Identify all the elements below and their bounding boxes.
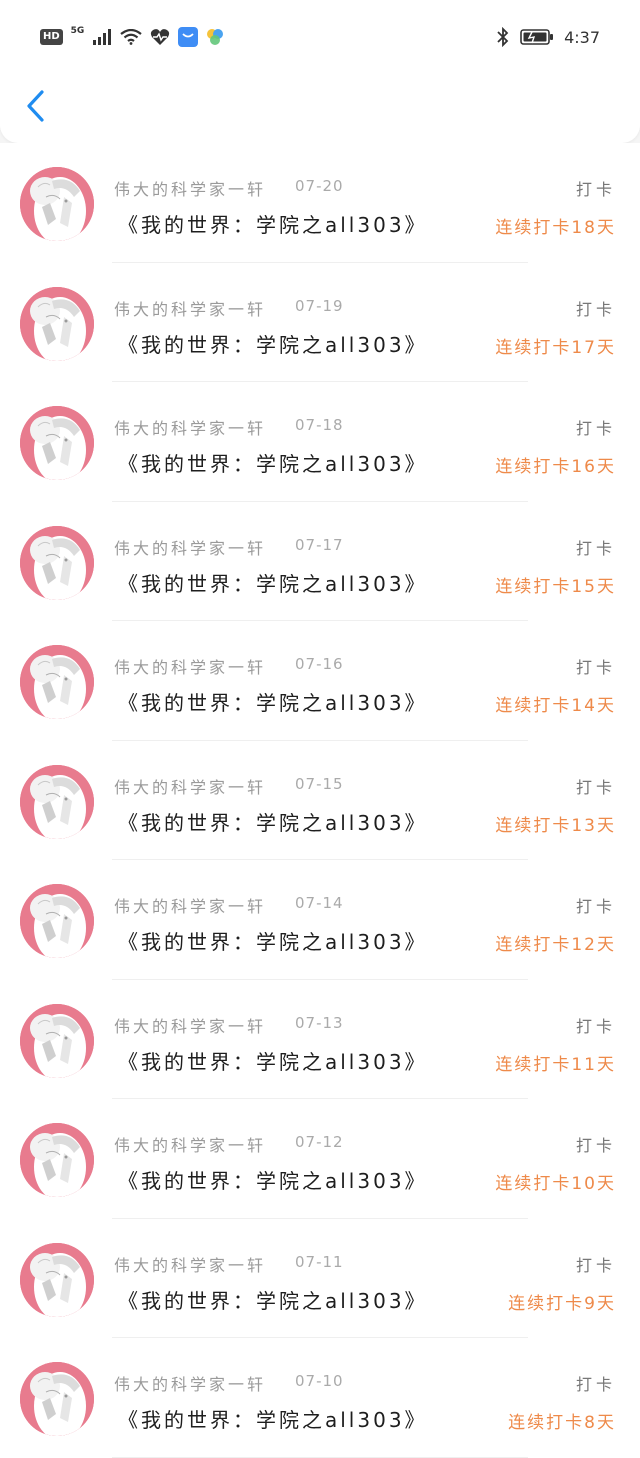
checkin-item[interactable]: 伟大的科学家一轩 07-11 《我的世界：学院之all303》 打卡 连续打卡9… [0, 1218, 640, 1338]
book-title: 《我的世界：学院之all303》 [118, 691, 428, 715]
hd-badge: HD [40, 29, 63, 45]
avatar[interactable] [20, 1003, 94, 1078]
checkin-item[interactable]: 伟大的科学家一轩 07-18 《我的世界：学院之all303》 打卡 连续打卡1… [0, 382, 640, 502]
book-title: 《我的世界：学院之all303》 [118, 810, 428, 835]
checkin-date: 07-19 [295, 296, 344, 315]
avatar[interactable] [20, 167, 94, 241]
book-title: 《我的世界：学院之all303》 [118, 1408, 428, 1432]
checkin-date: 07-17 [295, 535, 344, 554]
shopping-app-icon [178, 27, 199, 47]
avatar[interactable] [20, 884, 94, 958]
checkin-date: 07-20 [295, 177, 344, 195]
avatar[interactable] [20, 286, 94, 361]
checkin-item[interactable]: 伟大的科学家一轩 07-13 《我的世界：学院之all303》 打卡 连续打卡1… [0, 979, 640, 1099]
checkin-date: 07-15 [295, 774, 344, 793]
checkin-date: 07-12 [295, 1133, 344, 1151]
status-left-icons: HD 5G [40, 26, 224, 47]
checkin-item[interactable]: 伟大的科学家一轩 07-17 《我的世界：学院之all303》 打卡 连续打卡1… [0, 501, 640, 621]
checkin-action-label: 打卡 [575, 658, 616, 677]
pinwheel-app-icon [207, 29, 224, 45]
avatar[interactable] [20, 525, 94, 600]
checkin-item[interactable]: 伟大的科学家一轩 07-12 《我的世界：学院之all303》 打卡 连续打卡1… [0, 1099, 640, 1219]
clock: 4:37 [564, 27, 600, 47]
book-title: 《我的世界：学院之all303》 [118, 930, 428, 954]
author-name: 伟大的科学家一轩 [114, 1375, 267, 1394]
battery-icon [520, 29, 554, 45]
status-bar: HD 5G 4:37 [0, 0, 640, 80]
book-title: 《我的世界：学院之all303》 [118, 332, 428, 357]
streak-label: 连续打卡9天 [508, 1293, 616, 1314]
signal-icon [93, 29, 112, 45]
streak-label: 连续打卡8天 [508, 1413, 616, 1433]
book-title: 《我的世界：学院之all303》 [118, 1288, 428, 1313]
streak-label: 连续打卡16天 [495, 457, 616, 477]
checkin-date: 07-18 [295, 416, 344, 434]
checkin-action-label: 打卡 [575, 1016, 616, 1036]
streak-label: 连续打卡10天 [495, 1174, 616, 1194]
streak-label: 连续打卡15天 [495, 576, 616, 597]
author-name: 伟大的科学家一轩 [114, 180, 267, 199]
header-card: HD 5G 4:37 [0, 0, 640, 143]
checkin-action-label: 打卡 [575, 1255, 616, 1275]
wifi-icon [120, 29, 143, 45]
author-name: 伟大的科学家一轩 [114, 299, 267, 319]
book-title: 《我的世界：学院之all303》 [118, 213, 428, 237]
checkin-date: 07-13 [295, 1013, 344, 1032]
checkin-action-label: 打卡 [575, 299, 616, 319]
author-name: 伟大的科学家一轩 [114, 1136, 267, 1155]
back-button[interactable] [22, 88, 52, 124]
streak-label: 连续打卡13天 [495, 815, 616, 836]
checkin-action-label: 打卡 [575, 777, 616, 797]
checkin-action-label: 打卡 [575, 538, 616, 558]
checkin-date: 07-16 [295, 655, 344, 673]
book-title: 《我的世界：学院之all303》 [118, 1049, 428, 1074]
author-name: 伟大的科学家一轩 [114, 1016, 267, 1036]
checkin-date: 07-14 [295, 894, 344, 912]
streak-label: 连续打卡17天 [495, 337, 616, 358]
avatar[interactable] [20, 645, 94, 719]
book-title: 《我的世界：学院之all303》 [118, 571, 428, 596]
checkin-item[interactable]: 伟大的科学家一轩 07-14 《我的世界：学院之all303》 打卡 连续打卡1… [0, 860, 640, 980]
author-name: 伟大的科学家一轩 [114, 419, 267, 438]
checkin-item[interactable]: 伟大的科学家一轩 07-10 《我的世界：学院之all303》 打卡 连续打卡8… [0, 1338, 640, 1458]
author-name: 伟大的科学家一轩 [114, 538, 267, 558]
avatar[interactable] [20, 1242, 94, 1317]
checkin-item[interactable]: 伟大的科学家一轩 07-15 《我的世界：学院之all303》 打卡 连续打卡1… [0, 740, 640, 860]
author-name: 伟大的科学家一轩 [114, 658, 267, 677]
bluetooth-icon [497, 27, 509, 47]
checkin-item[interactable]: 伟大的科学家一轩 07-16 《我的世界：学院之all303》 打卡 连续打卡1… [0, 621, 640, 741]
checkin-date: 07-11 [295, 1252, 344, 1271]
streak-label: 连续打卡11天 [495, 1054, 616, 1075]
checkin-action-label: 打卡 [575, 1375, 616, 1394]
author-name: 伟大的科学家一轩 [114, 777, 267, 797]
avatar[interactable] [20, 1123, 94, 1197]
streak-label: 连续打卡18天 [495, 218, 616, 238]
author-name: 伟大的科学家一轩 [114, 897, 267, 916]
checkin-item[interactable]: 伟大的科学家一轩 07-20 《我的世界：学院之all303》 打卡 连续打卡1… [0, 143, 640, 263]
checkin-date: 07-10 [295, 1372, 344, 1390]
book-title: 《我的世界：学院之all303》 [118, 1169, 428, 1193]
checkin-list: 伟大的科学家一轩 07-20 《我的世界：学院之all303》 打卡 连续打卡1… [0, 143, 640, 1458]
checkin-action-label: 打卡 [575, 897, 616, 916]
chevron-left-icon [27, 90, 44, 122]
status-right-icons: 4:37 [496, 27, 600, 47]
avatar[interactable] [20, 764, 94, 839]
network-type-label: 5G [70, 26, 85, 36]
checkin-item[interactable]: 伟大的科学家一轩 07-19 《我的世界：学院之all303》 打卡 连续打卡1… [0, 262, 640, 382]
author-name: 伟大的科学家一轩 [114, 1255, 267, 1275]
checkin-action-label: 打卡 [575, 1136, 616, 1155]
streak-label: 连续打卡14天 [495, 696, 616, 716]
book-title: 《我的世界：学院之all303》 [118, 452, 428, 476]
avatar[interactable] [20, 1362, 94, 1436]
streak-label: 连续打卡12天 [495, 935, 616, 955]
avatar[interactable] [20, 406, 94, 480]
heart-monitor-icon [151, 29, 170, 45]
checkin-action-label: 打卡 [575, 419, 616, 438]
checkin-action-label: 打卡 [575, 180, 616, 199]
